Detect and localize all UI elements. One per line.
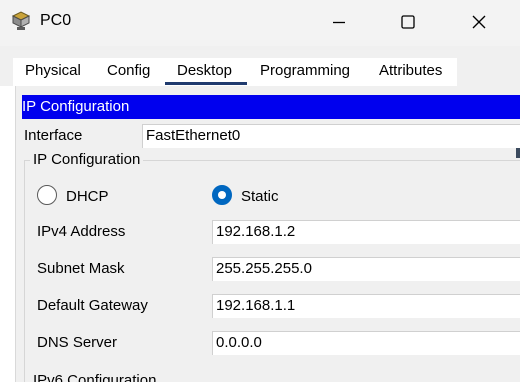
close-button[interactable]	[456, 0, 502, 44]
window-title: PC0	[40, 12, 72, 29]
dns-server-input[interactable]: 0.0.0.0	[212, 331, 520, 355]
group-title: IP Configuration	[30, 151, 144, 168]
tab-desktop[interactable]: Desktop	[177, 62, 232, 79]
interface-select[interactable]: FastEthernet0	[142, 124, 520, 148]
tab-config[interactable]: Config	[107, 62, 150, 79]
maximize-button[interactable]	[385, 0, 431, 44]
tab-attributes[interactable]: Attributes	[379, 62, 442, 79]
tab-programming[interactable]: Programming	[260, 62, 350, 79]
active-tab-indicator	[165, 82, 247, 85]
static-radio[interactable]	[212, 185, 232, 205]
pc-app-icon	[10, 10, 32, 32]
ipv4-address-input[interactable]: 192.168.1.2	[212, 220, 520, 244]
default-gateway-label: Default Gateway	[37, 297, 148, 314]
subnet-mask-input[interactable]: 255.255.255.0	[212, 257, 520, 281]
dhcp-radio[interactable]	[37, 185, 57, 205]
dns-server-label: DNS Server	[37, 334, 118, 351]
default-gateway-input[interactable]: 192.168.1.1	[212, 294, 520, 318]
dhcp-label[interactable]: DHCP	[66, 188, 109, 205]
ipv4-address-label: IPv4 Address	[37, 223, 126, 240]
ip-config-header: IP Configuration	[22, 95, 520, 119]
minimize-button[interactable]	[316, 0, 362, 44]
minimize-icon	[333, 21, 345, 24]
radio-selected-dot	[218, 191, 226, 199]
title-bar	[0, 0, 520, 46]
maximize-icon	[401, 15, 415, 29]
ipv6-config-title: IPv6 Configuration	[33, 372, 157, 382]
close-icon	[472, 15, 486, 29]
tab-physical[interactable]: Physical	[25, 62, 81, 79]
interface-label: Interface	[24, 127, 83, 144]
static-label[interactable]: Static	[241, 188, 279, 205]
subnet-mask-label: Subnet Mask	[37, 260, 125, 277]
